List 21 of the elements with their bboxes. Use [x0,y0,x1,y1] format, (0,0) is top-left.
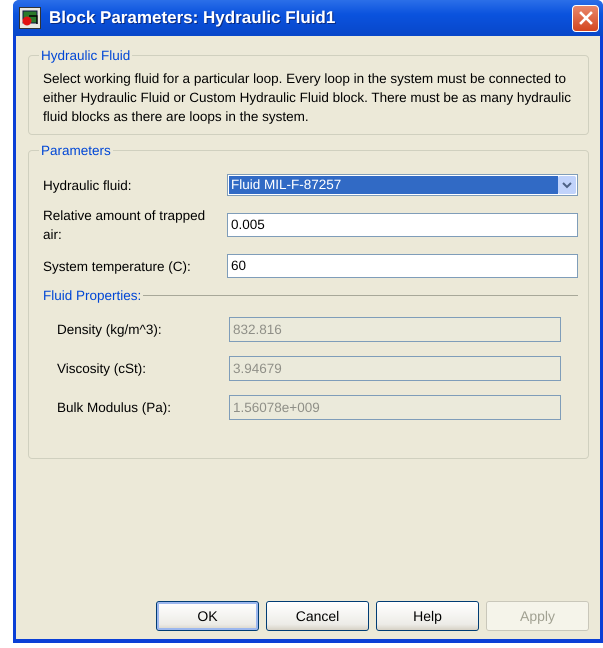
field-label: Relative amount of trapped air: [43,207,206,244]
field-label: Density (kg/m^3): [57,322,163,337]
dialog-button[interactable]: Cancel [266,601,369,631]
group-title: Hydraulic Fluid [40,48,132,63]
dialog-button[interactable]: Help [376,601,479,631]
field-label: Bulk Modulus (Pa): [57,400,172,415]
field-label: Viscosity (cSt): [57,361,148,376]
window-title: Block Parameters: Hydraulic Fluid1 [49,8,336,28]
dialog-button[interactable]: OK [156,601,259,631]
block-diagram-icon [19,7,41,29]
field-label: Hydraulic fluid: [43,176,133,194]
chevron-down-icon [562,182,572,188]
field-label: System temperature (C): [43,258,192,276]
input-field[interactable]: 0.005 [227,213,578,237]
input-field[interactable]: 60 [227,254,578,278]
section-title: Fluid Properties: [43,288,142,303]
close-button[interactable] [572,4,599,32]
description-text: Select working fluid for a particular loop. Every loop in the system must be connected to either Hydraulic Fluid or Custom Hydraulic Fluid block. There must be as many hydraulic fluid blocks as there are loops in the system. [43,70,572,126]
fluid-dropdown[interactable]: Fluid MIL-F-87257 [227,174,578,196]
close-icon [578,11,592,25]
group-title: Parameters [40,143,112,158]
